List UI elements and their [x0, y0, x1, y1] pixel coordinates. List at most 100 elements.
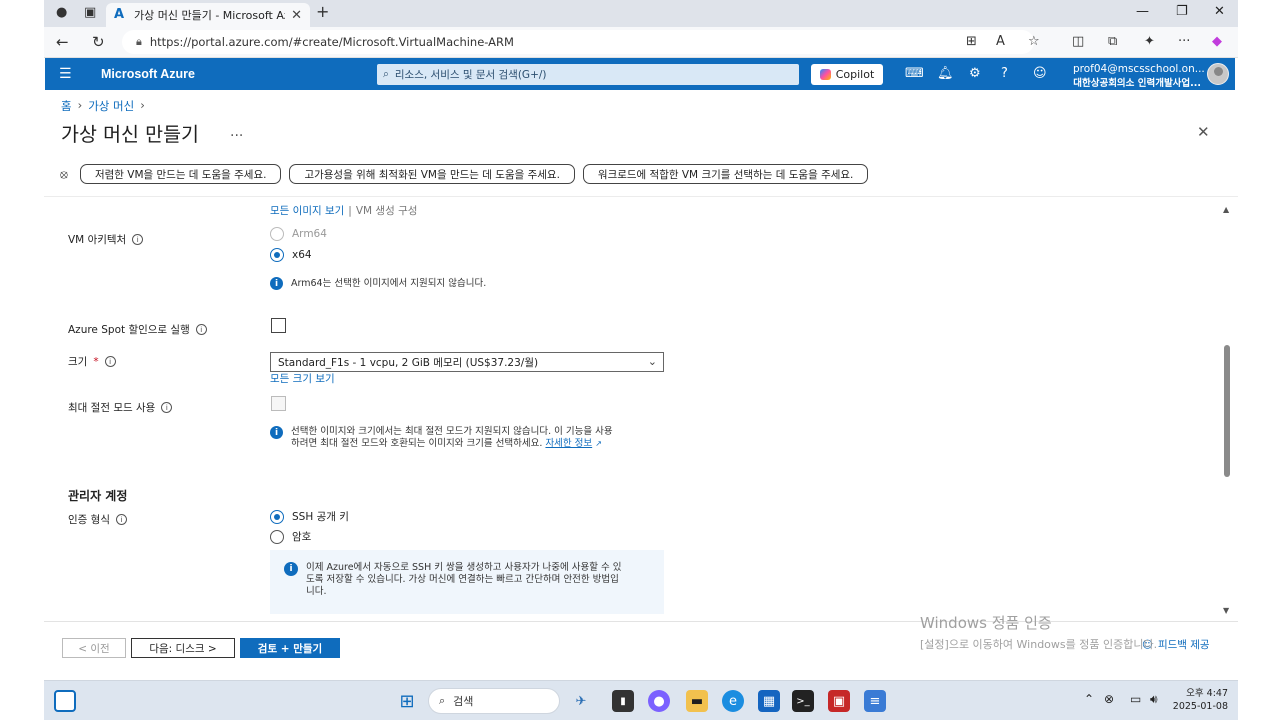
- all-images-link[interactable]: 모든 이미지 보기: [270, 203, 344, 218]
- close-window-icon[interactable]: ✕: [1214, 4, 1225, 19]
- search-placeholder: 리소스, 서비스 및 문서 검색(G+/): [394, 69, 547, 81]
- app-available-icon[interactable]: ⊞: [966, 34, 977, 49]
- help-icon[interactable]: ?: [1001, 66, 1008, 81]
- tray-app-icon[interactable]: ⊗: [1104, 692, 1114, 706]
- extensions-icon[interactable]: ✦: [1144, 34, 1155, 49]
- learn-more-link[interactable]: 자세한 정보: [545, 438, 592, 449]
- hibernate-label: 최대 절전 모드 사용 i: [68, 400, 173, 415]
- widgets-icon[interactable]: [54, 690, 76, 712]
- store-icon[interactable]: ▦: [758, 690, 780, 712]
- task-view-icon[interactable]: ▮: [612, 690, 634, 712]
- browser-tab[interactable]: A 가상 머신 만들기 - Microsoft Azure ✕: [106, 3, 310, 27]
- auth-label-text: 인증 형식: [68, 514, 110, 526]
- scroll-down-icon[interactable]: ▼: [1223, 606, 1229, 615]
- scroll-up-icon[interactable]: ▲: [1223, 205, 1229, 214]
- chevron-right-icon: ›: [140, 98, 145, 112]
- restore-icon[interactable]: ❐: [1176, 4, 1188, 19]
- close-tab-icon[interactable]: ✕: [291, 8, 302, 23]
- chat-icon[interactable]: ●: [648, 690, 670, 712]
- global-search-input[interactable]: ⌕ 리소스, 서비스 및 문서 검색(G+/): [377, 64, 799, 85]
- avatar[interactable]: [1207, 63, 1229, 85]
- auth-ssh-label: SSH 공개 키: [292, 511, 349, 523]
- arch-x64-radio[interactable]: x64: [270, 248, 312, 262]
- copilot-button[interactable]: Copilot: [811, 64, 883, 85]
- tray-chevron-up-icon[interactable]: ⌃: [1084, 692, 1094, 706]
- info-icon[interactable]: i: [132, 234, 144, 245]
- file-explorer-icon[interactable]: ▬: [686, 690, 708, 712]
- app-icon[interactable]: ✈: [570, 690, 592, 712]
- helper-vm-size-button[interactable]: 워크로드에 적합한 VM 크기를 선택하는 데 도움을 주세요.: [582, 164, 869, 184]
- vm-arch-label-text: VM 아키텍처: [68, 234, 127, 246]
- notepad-icon[interactable]: ≡: [864, 690, 886, 712]
- next-disk-button[interactable]: 다음: 디스크 >: [131, 638, 235, 658]
- breadcrumb-home[interactable]: 홈: [61, 98, 72, 114]
- tab-actions-icon[interactable]: ▣: [84, 5, 96, 20]
- info-icon[interactable]: i: [115, 514, 127, 525]
- back-icon[interactable]: ←: [56, 33, 69, 51]
- info-icon[interactable]: i: [161, 402, 173, 413]
- edge-icon[interactable]: e: [722, 690, 744, 712]
- breadcrumb: 홈 › 가상 머신 ›: [61, 98, 145, 114]
- helper-buttons: ⦻ 저렴한 VM을 만드는 데 도움을 주세요. 고가용성을 위해 최적화된 V…: [60, 164, 869, 184]
- start-windows-icon[interactable]: ⊞: [396, 690, 418, 712]
- arch-arm64-label: Arm64: [292, 228, 327, 240]
- feedback-header-icon[interactable]: ☺: [1033, 66, 1047, 81]
- all-sizes-link[interactable]: 모든 크기 보기: [270, 371, 335, 386]
- url-field[interactable]: 🔒︎ https://portal.azure.com/#create/Micr…: [122, 30, 1034, 54]
- hibernate-note-line1: 선택한 이미지와 크기에서는 최대 절전 모드가 지원되지 않습니다. 이 기능…: [291, 426, 613, 437]
- close-blade-icon[interactable]: ✕: [1197, 123, 1210, 141]
- user-account[interactable]: prof04@mscsschool.on... 대한상공회의소 인력개발사업..…: [1073, 63, 1205, 89]
- scroll-thumb[interactable]: [1224, 345, 1230, 477]
- remote-desktop-icon[interactable]: ▣: [828, 690, 850, 712]
- vm-config-link[interactable]: VM 생성 구성: [356, 203, 418, 218]
- info-icon[interactable]: i: [104, 356, 116, 367]
- minimize-icon[interactable]: —: [1136, 4, 1149, 19]
- helper-low-cost-button[interactable]: 저렴한 VM을 만드는 데 도움을 주세요.: [79, 164, 282, 184]
- helper-high-availability-button[interactable]: 고가용성을 위해 최적화된 VM을 만드는 데 도움을 주세요.: [289, 164, 575, 184]
- tab-title: 가상 머신 만들기 - Microsoft Azure: [134, 9, 285, 22]
- favorite-star-icon[interactable]: ☆: [1028, 34, 1040, 49]
- review-create-button[interactable]: 검토 + 만들기: [240, 638, 340, 658]
- refresh-icon[interactable]: ↻: [92, 33, 105, 51]
- left-margin: [0, 0, 44, 720]
- more-options-icon[interactable]: ···: [1178, 34, 1190, 49]
- copilot-browser-icon[interactable]: ◆: [1212, 34, 1222, 49]
- prev-button[interactable]: < 이전: [62, 638, 126, 658]
- network-icon[interactable]: ▭: [1130, 692, 1141, 706]
- hibernate-checkbox[interactable]: [271, 396, 286, 411]
- activation-watermark: Windows 정품 인증 [설정]으로 이동하여 Windows를 정품 인증…: [920, 612, 1157, 652]
- size-label-text: 크기: [68, 356, 88, 368]
- address-bar: ← ↻ 🔒︎ https://portal.azure.com/#create/…: [44, 27, 1238, 58]
- page-more-button[interactable]: ...: [230, 124, 243, 140]
- spot-checkbox[interactable]: [271, 318, 286, 333]
- sound-icon[interactable]: 🔊︎: [1150, 692, 1158, 707]
- taskbar: ⊞ ⌕ 검색 ✈ ▮ ● ▬ e ▦ >_ ▣ ≡ ⌃ ⊗ ▭ 🔊︎ 오후 4:…: [44, 680, 1238, 720]
- vertical-scrollbar[interactable]: ▲ ▼: [1222, 205, 1232, 615]
- hibernate-note: i 선택한 이미지와 크기에서는 최대 절전 모드가 지원되지 않습니다. 이 …: [270, 426, 613, 450]
- ssh-info-line3: 니다.: [306, 586, 327, 597]
- clock[interactable]: 오후 4:47 2025-01-08: [1172, 687, 1228, 713]
- read-aloud-icon[interactable]: A: [996, 34, 1005, 49]
- arch-note: i Arm64는 선택한 이미지에서 지원되지 않습니다.: [270, 277, 486, 290]
- breadcrumb-vm[interactable]: 가상 머신: [88, 98, 134, 114]
- collections-icon[interactable]: ⧉: [1108, 34, 1117, 49]
- search-icon: ⌕: [439, 694, 446, 707]
- auth-password-radio[interactable]: 암호: [270, 529, 311, 544]
- title-bar: ● ▣ A 가상 머신 만들기 - Microsoft Azure ✕ + — …: [44, 0, 1238, 27]
- info-icon[interactable]: i: [195, 324, 207, 335]
- settings-gear-icon[interactable]: ⚙: [969, 66, 981, 81]
- new-tab-icon[interactable]: +: [316, 2, 329, 21]
- terminal-icon[interactable]: >_: [792, 690, 814, 712]
- taskbar-search[interactable]: ⌕ 검색: [428, 688, 560, 714]
- notifications-bell-icon[interactable]: 🔔︎: [937, 66, 954, 81]
- cloud-shell-icon[interactable]: ⌨: [905, 66, 924, 81]
- page-title: 가상 머신 만들기: [61, 123, 199, 146]
- menu-hamburger-icon[interactable]: ☰: [59, 66, 72, 82]
- split-screen-icon[interactable]: ◫: [1072, 34, 1084, 49]
- browser-window: ● ▣ A 가상 머신 만들기 - Microsoft Azure ✕ + — …: [44, 0, 1238, 720]
- size-select[interactable]: Standard_F1s - 1 vcpu, 2 GiB 메모리 (US$37.…: [270, 352, 664, 372]
- auth-ssh-radio[interactable]: SSH 공개 키: [270, 509, 349, 524]
- azure-brand[interactable]: Microsoft Azure: [101, 67, 195, 81]
- profile-icon[interactable]: ●: [56, 5, 67, 20]
- arch-arm64-radio[interactable]: Arm64: [270, 227, 327, 241]
